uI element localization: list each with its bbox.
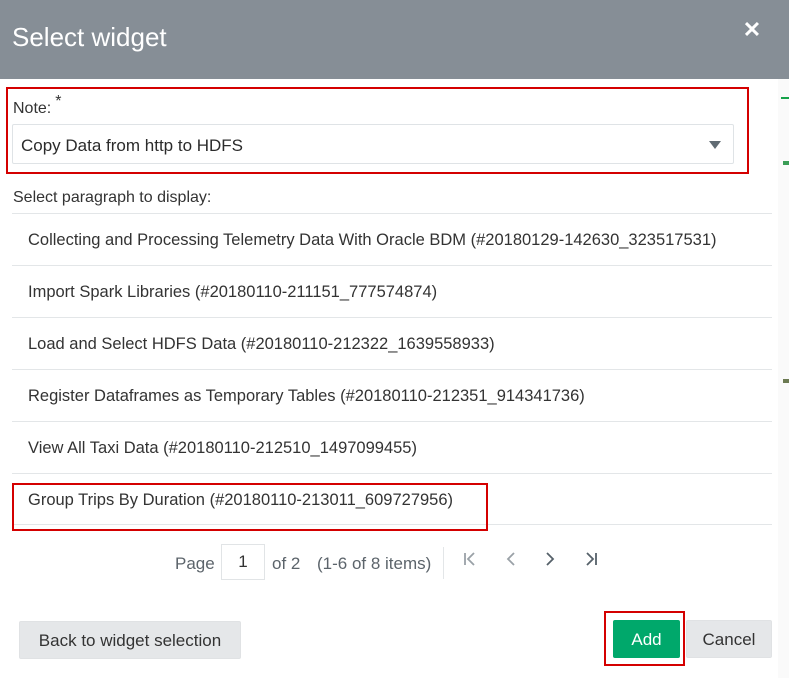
note-select-value: Copy Data from http to HDFS xyxy=(21,136,244,155)
first-page-icon[interactable] xyxy=(459,548,481,574)
background-mark xyxy=(781,97,789,99)
paragraph-list: Collecting and Processing Telemetry Data… xyxy=(12,213,772,525)
list-item[interactable]: View All Taxi Data (#20180110-212510_149… xyxy=(12,421,772,473)
note-select[interactable]: Copy Data from http to HDFS xyxy=(12,124,734,164)
list-item[interactable]: Load and Select HDFS Data (#20180110-212… xyxy=(12,317,772,369)
list-item-label: Collecting and Processing Telemetry Data… xyxy=(28,231,717,249)
dialog-title: Select widget xyxy=(12,22,167,52)
next-page-icon[interactable] xyxy=(539,548,561,574)
required-mark: * xyxy=(55,93,62,110)
list-item[interactable]: Register Dataframes as Temporary Tables … xyxy=(12,369,772,421)
note-label-text: Note: xyxy=(13,100,52,117)
close-icon[interactable]: ✕ xyxy=(738,16,766,44)
prev-page-icon[interactable] xyxy=(500,548,522,574)
pager-divider xyxy=(443,547,444,579)
list-item-label: Load and Select HDFS Data (#20180110-212… xyxy=(28,335,495,353)
paragraph-list-label: Select paragraph to display: xyxy=(13,189,212,206)
caret-down-icon xyxy=(709,141,721,149)
prev-page-glyph xyxy=(506,552,515,566)
next-page-glyph xyxy=(546,552,555,566)
first-page-glyph xyxy=(464,552,475,566)
page-number-input[interactable] xyxy=(221,544,265,580)
last-page-glyph xyxy=(586,552,597,566)
cancel-button[interactable]: Cancel xyxy=(686,620,772,658)
dialog-header: Select widget ✕ xyxy=(0,0,789,79)
pager-total-pages: of 2 xyxy=(272,554,301,573)
pager-page-label: Page xyxy=(175,554,215,573)
pager-item-range: (1-6 of 8 items) xyxy=(317,554,432,573)
pager: Page of 2 (1-6 of 8 items) xyxy=(0,543,789,583)
last-page-icon[interactable] xyxy=(580,548,602,574)
background-edge xyxy=(778,79,789,678)
list-item[interactable]: Collecting and Processing Telemetry Data… xyxy=(12,213,772,265)
back-to-widget-selection-button[interactable]: Back to widget selection xyxy=(19,621,241,659)
background-mark xyxy=(783,161,789,165)
note-label: Note: * xyxy=(13,93,61,118)
list-item-label: Group Trips By Duration (#20180110-21301… xyxy=(28,491,454,509)
list-item-label: View All Taxi Data (#20180110-212510_149… xyxy=(28,439,417,457)
add-button[interactable]: Add xyxy=(613,620,680,658)
list-item-label: Import Spark Libraries (#20180110-211151… xyxy=(28,283,438,301)
background-mark xyxy=(783,379,789,383)
list-item[interactable]: Import Spark Libraries (#20180110-211151… xyxy=(12,265,772,317)
list-item[interactable]: Group Trips By Duration (#20180110-21301… xyxy=(12,473,772,525)
list-item-label: Register Dataframes as Temporary Tables … xyxy=(28,387,585,405)
